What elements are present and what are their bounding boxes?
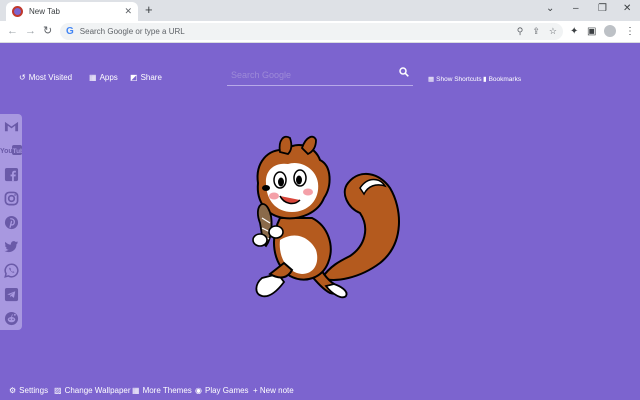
reddit-icon [4,311,18,325]
play-games-label: Play Games [204,386,249,395]
play-games-link[interactable]: ◉ Play Games [195,386,249,395]
sidebar-item-telegram[interactable] [3,286,19,302]
search-icon[interactable] [399,67,409,80]
wallpaper-icon: ▨ [54,386,62,395]
apps-link[interactable]: ▦ Apps [89,73,118,82]
more-themes-link[interactable]: ▦ More Themes [132,386,192,395]
restore-icon[interactable]: ❐ [598,3,607,15]
pinterest-icon [4,215,18,229]
share-page-icon[interactable]: ⇪ [532,26,540,37]
youtube-icon: You Tube [0,145,22,155]
svg-text:Tube: Tube [13,148,22,155]
bookmark-icon: ▮ [483,76,487,83]
minimize-icon[interactable]: – [573,3,579,15]
bookmarks-link[interactable]: ▮ Bookmarks [483,75,522,84]
show-shortcuts-link[interactable]: ▦ Show Shortcuts [428,75,482,84]
tab-new-tab[interactable]: New Tab ✕ [6,2,138,21]
share-icon: ◩ [130,73,138,82]
search-input[interactable] [231,67,391,83]
settings-link[interactable]: ⚙ Settings [9,386,48,395]
tab-search-icon[interactable]: ⌄ [546,3,554,15]
gear-icon: ⚙ [9,386,17,395]
forward-icon[interactable]: → [25,25,36,38]
squirrel-mascot-image [252,135,400,299]
sidebar-item-gmail[interactable] [3,118,19,134]
settings-label: Settings [19,386,49,395]
bookmark-star-icon[interactable]: ☆ [549,26,557,37]
sidebar-item-instagram[interactable] [3,190,19,206]
twitter-icon [3,240,18,252]
sidebar-item-pinterest[interactable] [3,214,19,230]
themes-icon: ▦ [132,386,140,395]
reload-icon[interactable]: ↻ [43,25,52,38]
omnibox-placeholder: Search Google or type a URL [79,27,185,36]
svg-text:You: You [0,148,13,155]
most-visited-label: Most Visited [28,73,73,82]
apps-grid-icon: ▦ [89,73,97,82]
gmail-icon [4,121,18,131]
omnibox[interactable]: G Search Google or type a URL ⚲ ⇪ ☆ [60,23,563,40]
sidebar-item-youtube[interactable]: You Tube [0,142,22,158]
shortcuts-icon: ▦ [428,76,435,83]
most-visited-link[interactable]: ↺ Most Visited [19,73,72,82]
more-themes-label: More Themes [142,386,192,395]
history-icon: ↺ [19,73,26,82]
whatsapp-icon [3,262,19,278]
apps-label: Apps [99,73,118,82]
new-tab-button[interactable]: + [145,3,153,17]
tab-title: New Tab [29,7,60,16]
new-note-label: + New note [253,386,294,395]
change-wallpaper-label: Change Wallpaper [64,386,131,395]
browser-toolbar: ← → ↻ G Search Google or type a URL ⚲ ⇪ … [0,21,640,43]
sidebar-item-whatsapp[interactable] [3,262,19,278]
close-window-icon[interactable]: ✕ [623,3,631,15]
telegram-icon [4,287,18,301]
bookmarks-label: Bookmarks [488,75,522,83]
google-icon: G [66,26,74,37]
tab-close-icon[interactable]: ✕ [124,7,132,16]
zoom-icon[interactable]: ⚲ [517,26,524,37]
share-label: Share [140,73,162,82]
sidebar-item-facebook[interactable] [3,166,19,182]
instagram-icon [4,191,18,205]
sidebar-item-reddit[interactable] [3,310,19,326]
menu-icon[interactable]: ⋮ [625,25,635,38]
sidebar-item-twitter[interactable] [3,238,19,254]
share-link[interactable]: ◩ Share [130,73,162,82]
profile-avatar[interactable] [604,25,616,37]
social-sidebar: You Tube [0,114,22,330]
gamepad-icon: ◉ [195,386,202,395]
show-shortcuts-label: Show Shortcuts [436,75,482,83]
new-note-link[interactable]: + New note [253,386,294,395]
search-box [227,64,413,86]
facebook-icon [4,167,18,181]
tab-strip: New Tab ✕ + ⌄ – ❐ ✕ [0,0,640,21]
back-icon[interactable]: ← [7,25,18,38]
change-wallpaper-link[interactable]: ▨ Change Wallpaper [54,386,131,395]
side-panel-icon[interactable]: ▣ [587,25,596,38]
tab-favicon-icon [12,6,23,17]
extensions-icon[interactable]: ✦ [570,25,578,38]
